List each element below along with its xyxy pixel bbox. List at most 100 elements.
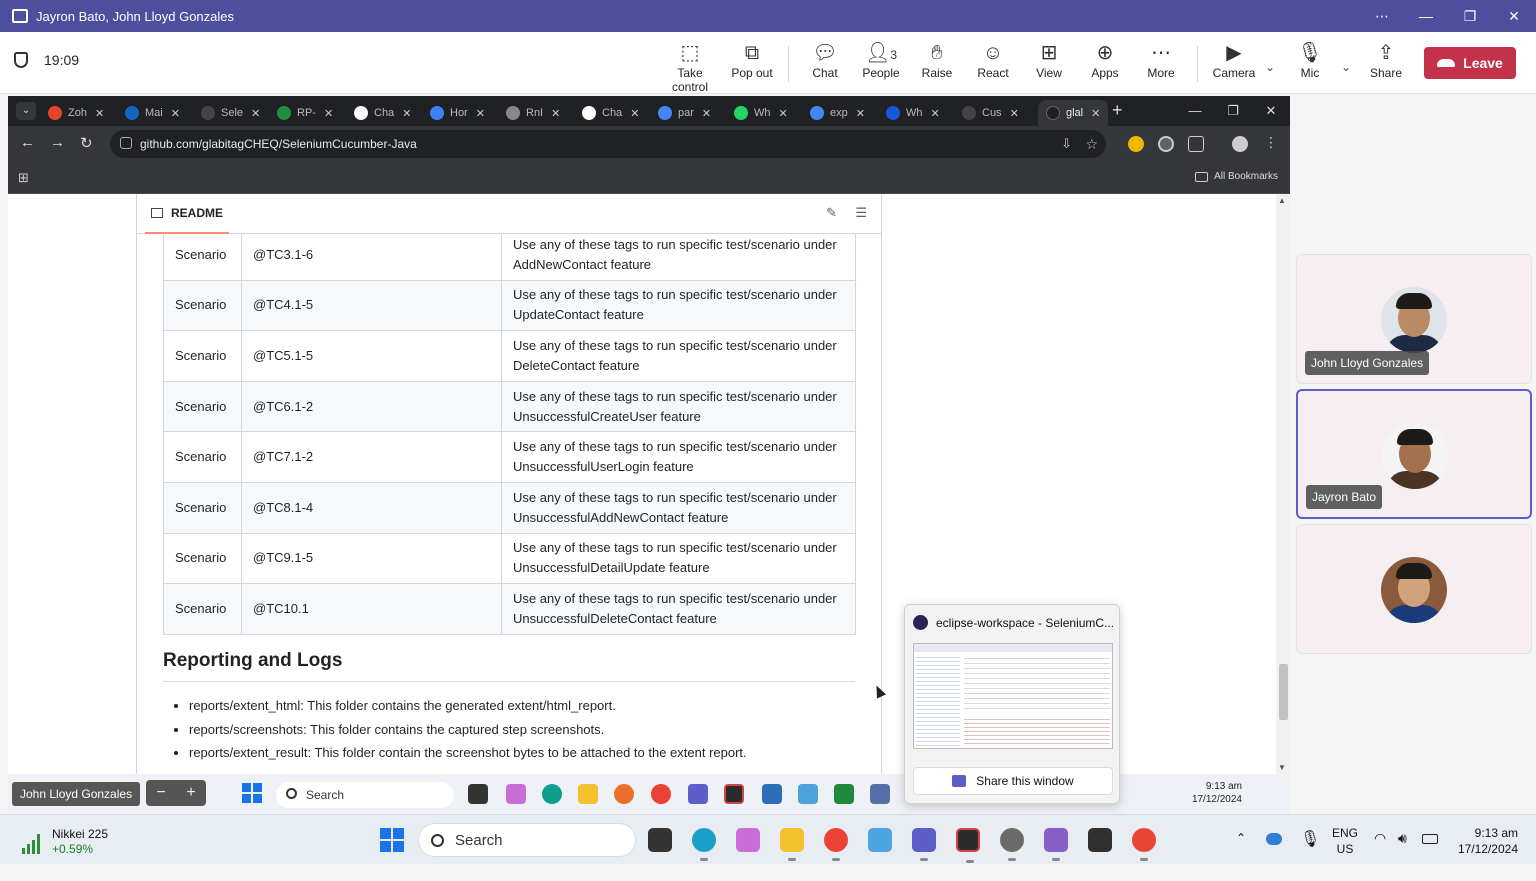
browser-tab[interactable]: par ✕ [658,100,711,126]
start-button[interactable] [380,828,404,852]
profile-avatar-icon[interactable] [1232,136,1248,152]
apps-grid-icon[interactable]: ⊞ [18,170,29,186]
reload-icon[interactable]: ↻ [80,134,93,152]
volume-icon[interactable]: 🔊︎ [1398,830,1407,880]
browser-tab[interactable]: exp ✕ [810,100,865,126]
browser-tab[interactable]: Cus ✕ [962,100,1019,126]
extension-icon[interactable] [1128,136,1144,152]
browser-tab[interactable]: Cha ✕ [354,100,411,126]
browser-tab[interactable]: Wh ✕ [886,100,940,126]
snipping-tool-icon[interactable] [868,828,892,852]
pop-out-button[interactable]: ⧉ Pop out [722,40,782,80]
mic-options-chevron-icon[interactable]: ⌄ [1341,60,1351,74]
all-bookmarks-button[interactable]: All Bookmarks [1195,171,1278,182]
browser-minimize-button[interactable]: — [1176,96,1214,126]
close-tab-icon[interactable]: ✕ [1091,107,1100,120]
chrome-menu-icon[interactable]: ⋮ [1264,134,1278,151]
wifi-icon[interactable]: ◠ [1374,830,1386,880]
take-control-button[interactable]: ⬚ Take control [659,40,721,94]
maximize-button[interactable]: ❐ [1448,0,1492,32]
browser-restore-button[interactable]: ❐ [1214,96,1252,126]
readme-tab[interactable]: README [145,194,230,234]
page-scrollbar[interactable]: ▲ ▼ [1276,194,1290,774]
view-button[interactable]: ⊞ View [1019,40,1079,80]
onedrive-icon[interactable] [1266,833,1282,845]
mic-muted-icon[interactable]: 🎙︎ [1300,829,1320,879]
bookmark-star-icon[interactable]: ☆ [1085,130,1098,158]
close-tab-icon[interactable]: ✕ [171,107,180,120]
chrome-profile-icon[interactable] [1132,828,1156,861]
share-this-window-button[interactable]: Share this window [913,767,1113,795]
browser-tab[interactable]: RP- ✕ [277,100,333,126]
scroll-up-icon[interactable]: ▲ [1278,196,1286,205]
site-info-icon[interactable] [120,137,132,149]
zoom-in-button[interactable]: + [176,780,206,806]
zoom-out-button[interactable]: − [146,780,176,806]
more-options-icon[interactable]: ⋯ [1360,0,1404,32]
show-hidden-icons-chevron-icon[interactable]: ⌃ [1236,831,1246,881]
close-tab-icon[interactable]: ✕ [402,107,411,120]
camera-button[interactable]: ▶ Camera [1204,40,1264,80]
scroll-down-icon[interactable]: ▼ [1278,763,1286,772]
browser-tab[interactable]: RnI ✕ [506,100,560,126]
participant-tile[interactable] [1296,524,1532,654]
react-button[interactable]: ☺ React [963,40,1023,80]
close-tab-icon[interactable]: ✕ [702,107,711,120]
visual-studio-icon[interactable] [1044,828,1068,861]
task-view-icon[interactable] [648,828,672,852]
close-tab-icon[interactable]: ✕ [1010,107,1019,120]
minimize-button[interactable]: — [1404,0,1448,32]
raise-hand-button[interactable]: ✋︎ Raise [907,40,967,80]
participant-tile[interactable]: John Lloyd Gonzales [1296,254,1532,384]
more-button[interactable]: ⋯ More [1131,40,1191,80]
outline-list-icon[interactable]: ☰ [855,205,867,221]
close-tab-icon[interactable]: ✕ [324,107,333,120]
close-tab-icon[interactable]: ✕ [476,107,485,120]
eclipse-app-icon[interactable] [1000,828,1024,861]
participant-tile-active[interactable]: Jayron Bato [1296,389,1532,519]
extension-check-icon[interactable] [1158,136,1174,152]
browser-close-button[interactable]: ✕ [1252,96,1290,126]
window-thumbnail[interactable] [913,643,1113,749]
apps-button[interactable]: ⊕ Apps [1075,40,1135,80]
close-tab-icon[interactable]: ✕ [779,107,788,120]
edge-icon[interactable] [692,828,716,861]
close-tab-icon[interactable]: ✕ [251,107,260,120]
browser-tab[interactable]: Hor ✕ [430,100,485,126]
browser-tab[interactable]: Wh ✕ [734,100,788,126]
close-tab-icon[interactable]: ✕ [95,107,104,120]
taskbar-clock[interactable]: 9:13 am 17/12/2024 [1458,825,1518,857]
close-tab-icon[interactable]: ✕ [856,107,865,120]
close-tab-icon[interactable]: ✕ [931,107,940,120]
terminal-icon[interactable] [1088,828,1112,852]
camera-options-chevron-icon[interactable]: ⌄ [1265,60,1275,74]
extensions-puzzle-icon[interactable] [1188,136,1204,152]
tab-active[interactable]: glal ✕ [1038,100,1109,126]
share-button[interactable]: ⇪ Share [1356,40,1416,80]
taskbar-search-box[interactable]: Search [418,823,636,857]
browser-tab[interactable]: Zoh ✕ [48,100,104,126]
file-explorer-icon[interactable] [780,828,804,861]
stock-widget[interactable]: Nikkei 225 +0.59% [20,827,108,857]
language-indicator[interactable]: ENG US [1332,825,1358,875]
sticky-app-icon[interactable] [956,828,980,863]
new-tab-button[interactable]: + [1112,100,1123,121]
close-button[interactable]: ✕ [1492,0,1536,32]
scrollbar-thumb[interactable] [1279,664,1288,720]
edit-pencil-icon[interactable]: ✎ [826,205,837,221]
close-tab-icon[interactable]: ✕ [551,107,560,120]
forward-icon[interactable]: → [50,134,65,151]
leave-button[interactable]: Leave [1424,47,1516,79]
back-icon[interactable]: ← [20,134,35,151]
teams-icon[interactable] [912,828,936,861]
browser-tab[interactable]: Cha ✕ [582,100,639,126]
chrome-icon[interactable] [824,828,848,861]
browser-tab[interactable]: Mai ✕ [125,100,180,126]
close-tab-icon[interactable]: ✕ [630,107,639,120]
copilot-icon[interactable] [736,828,760,852]
battery-icon[interactable] [1422,834,1438,844]
browser-tab[interactable]: Sele ✕ [201,100,260,126]
tab-search-icon[interactable]: ⌄ [16,102,36,120]
url-bar[interactable]: github.com/glabitagCHEQ/SeleniumCucumber… [110,130,1106,158]
mic-button[interactable]: 🎙︎ Mic [1280,40,1340,80]
